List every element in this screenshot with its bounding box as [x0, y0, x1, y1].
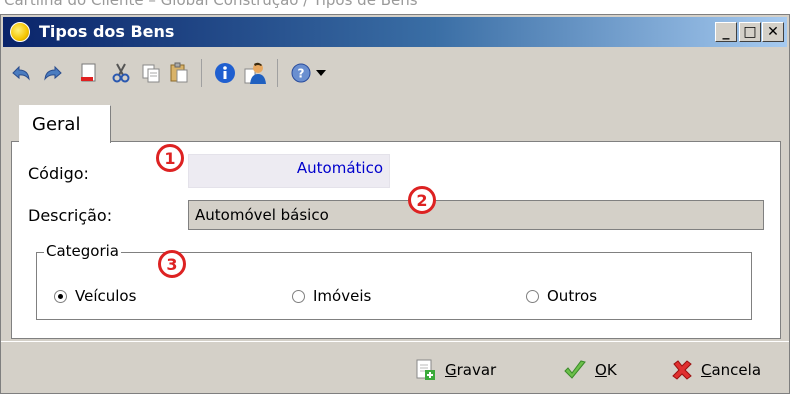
page-caption: Cartilha do Cliente – Global Construção …	[4, 0, 418, 9]
delete-document-icon[interactable]	[77, 61, 101, 85]
dropdown-arrow-icon[interactable]	[309, 61, 333, 85]
dialog-window: Tipos dos Bens _ □ ✕ ? Geral Código: Aut…	[0, 14, 790, 394]
descricao-label: Descrição:	[28, 206, 113, 225]
callout-marker-1: 1	[156, 144, 184, 172]
window-title: Tipos dos Bens	[39, 22, 175, 41]
radio-outros-dot[interactable]	[526, 289, 539, 303]
paste-icon[interactable]	[167, 61, 191, 85]
cut-icon[interactable]	[109, 61, 133, 85]
categoria-group	[36, 252, 752, 320]
cancela-label: ancela	[711, 361, 762, 379]
toolbar: ?	[3, 49, 787, 99]
user-document-icon[interactable]	[243, 61, 267, 85]
cancela-accel: C	[701, 361, 712, 379]
radio-imoveis-dot[interactable]	[292, 289, 305, 303]
close-button[interactable]: ✕	[762, 22, 784, 42]
info-icon[interactable]	[213, 61, 237, 85]
codigo-field[interactable]: Automático	[188, 154, 390, 188]
cancela-button[interactable]: Cancela	[671, 356, 761, 384]
form-area: Geral Código: Automático Descrição: Auto…	[9, 103, 781, 341]
ok-accel: O	[595, 361, 607, 379]
toolbar-separator	[201, 59, 202, 87]
tab-geral[interactable]: Geral	[19, 105, 111, 143]
title-bar[interactable]: Tipos dos Bens _ □ ✕	[3, 17, 787, 47]
ok-label: K	[606, 361, 617, 379]
gravar-button[interactable]: Gravar	[415, 356, 496, 384]
radio-imoveis-label: Imóveis	[313, 287, 372, 305]
undo-icon[interactable]	[9, 61, 33, 85]
callout-marker-3: 3	[158, 250, 186, 278]
cancel-x-icon	[672, 360, 692, 380]
radio-outros-label: Outros	[547, 287, 598, 305]
tab-panel: Código: Automático Descrição: Automóvel …	[11, 141, 781, 339]
tab-geral-label: Geral	[32, 114, 81, 135]
redo-icon[interactable]	[41, 61, 65, 85]
checkmark-icon	[564, 360, 586, 379]
save-document-icon	[416, 359, 435, 380]
codigo-label: Código:	[28, 164, 89, 183]
maximize-button[interactable]: □	[739, 22, 761, 42]
descricao-field[interactable]: Automóvel básico	[188, 200, 764, 230]
radio-outros[interactable]: Outros	[526, 286, 597, 306]
app-icon	[10, 22, 30, 42]
radio-imoveis[interactable]: Imóveis	[292, 286, 371, 306]
copy-icon[interactable]	[139, 61, 163, 85]
toolbar-separator	[277, 59, 278, 87]
ok-button[interactable]: OK	[563, 356, 617, 384]
gravar-label: ravar	[456, 361, 497, 379]
button-bar: Gravar OK Cancela	[1, 341, 789, 393]
radio-veiculos[interactable]: Veículos	[54, 286, 136, 306]
radio-veiculos-dot[interactable]	[54, 289, 67, 303]
minimize-button[interactable]: _	[715, 22, 737, 42]
gravar-accel: G	[445, 361, 457, 379]
callout-marker-2: 2	[408, 186, 436, 214]
radio-veiculos-label: Veículos	[75, 287, 137, 305]
categoria-label: Categoria	[44, 242, 122, 260]
svg-text:?: ?	[298, 67, 305, 81]
